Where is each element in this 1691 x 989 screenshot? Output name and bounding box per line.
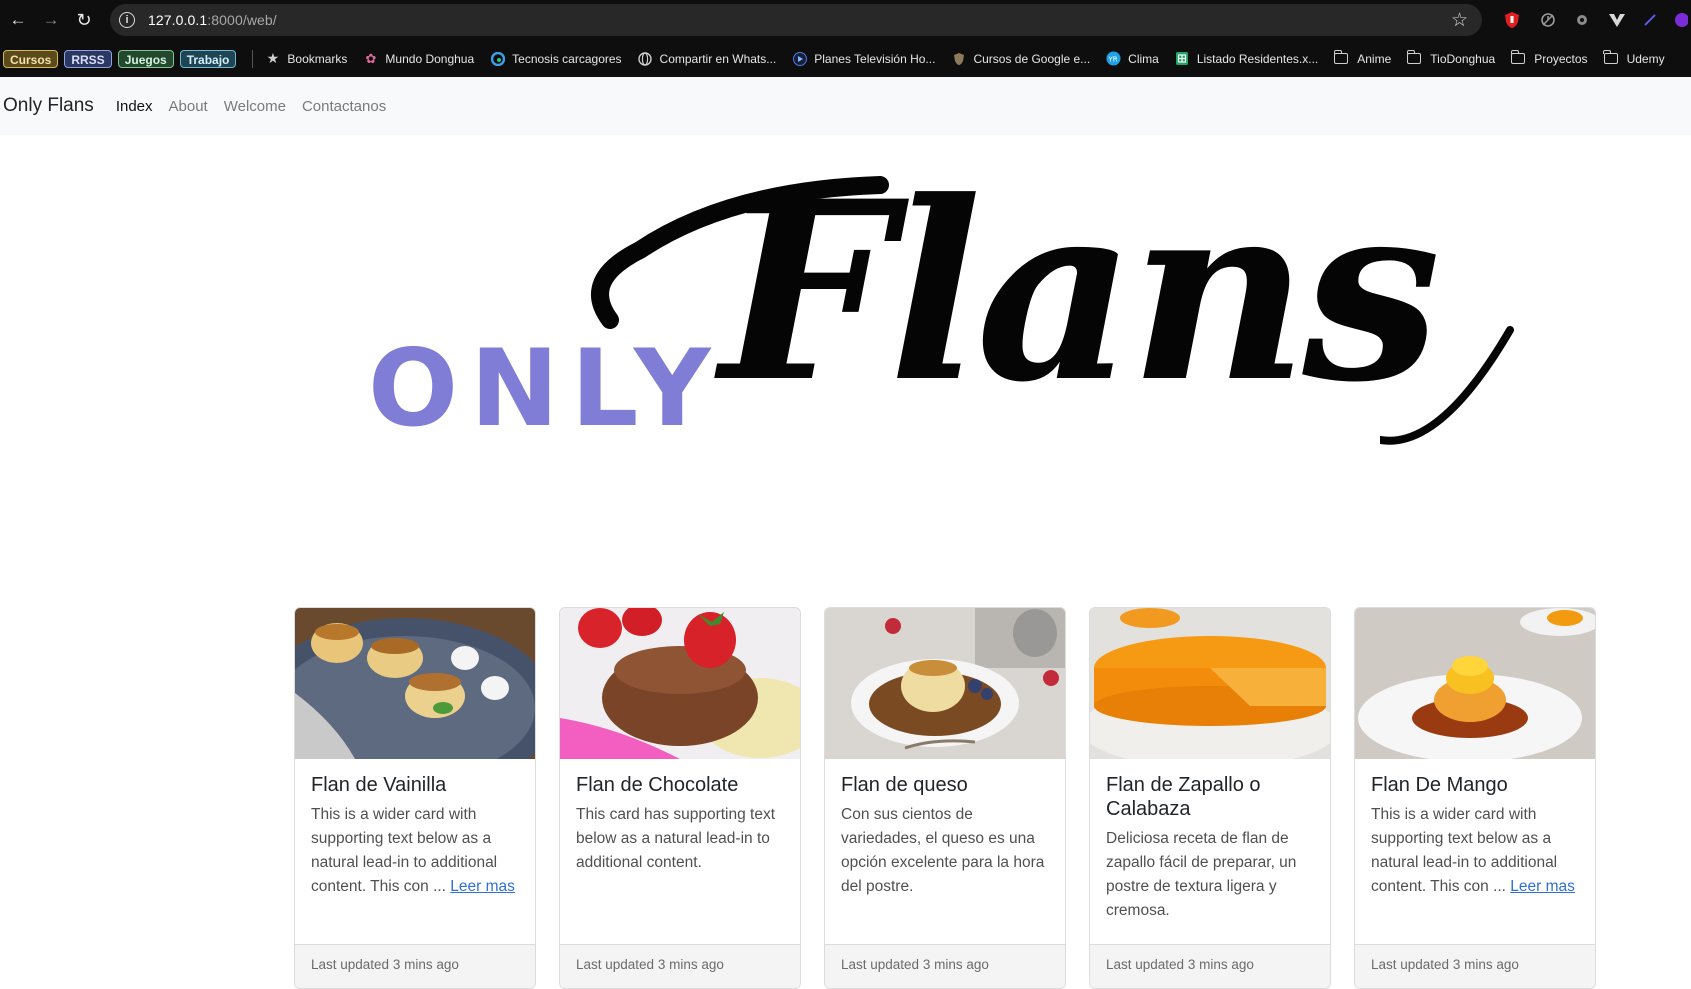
folder-icon (1603, 50, 1618, 64)
card-footer: Last updated 3 mins ago (1355, 944, 1595, 988)
nav-link-about[interactable]: About (169, 98, 208, 115)
flan-zapallo-image (1090, 608, 1330, 759)
site-navbar: Only Flans Index About Welcome Contactan… (0, 77, 1691, 135)
bookmark-folder-udemy[interactable]: Udemy (1603, 50, 1665, 66)
bookmark-bookmarks[interactable]: ★ Bookmarks (265, 50, 348, 66)
card-title: Flan De Mango (1371, 774, 1508, 796)
bookmarks-divider (252, 49, 254, 68)
bookmark-listado-residentes[interactable]: Listado Residentes.x... (1175, 51, 1318, 66)
card-footer: Last updated 3 mins ago (295, 944, 535, 988)
bookmark-tag-cursos[interactable]: Cursos (3, 49, 59, 68)
extension-gear-icon[interactable] (1572, 10, 1592, 30)
bookmark-tecnosis[interactable]: Tecnosis carcagores (490, 51, 622, 66)
folder-icon (1510, 50, 1526, 64)
flan-card: Flan de queso Con sus cientos de varieda… (824, 607, 1066, 989)
bookmark-mundo-donghua[interactable]: ✿ Mundo Donghua (363, 51, 474, 66)
extension-v-icon[interactable] (1607, 10, 1627, 30)
flan-card: Flan de Chocolate This card has supporti… (559, 607, 801, 989)
url-text[interactable]: 127.0.0.1:8000/web/ (148, 12, 277, 28)
flan-chocolate-image (560, 608, 800, 759)
star-icon: ★ (266, 50, 280, 66)
edge-icon (490, 51, 505, 66)
nav-link-welcome[interactable]: Welcome (224, 98, 286, 115)
card-footer: Last updated 3 mins ago (1090, 944, 1330, 988)
extension-profile-icon[interactable] (1670, 10, 1690, 30)
address-bar[interactable]: i 127.0.0.1:8000/web/ ☆ (110, 4, 1482, 36)
bookmark-planes-television[interactable]: Planes Televisión Ho... (792, 51, 935, 66)
bookmark-tag-rrss[interactable]: RRSS (64, 49, 112, 68)
browser-toolbar: ← → ↻ i 127.0.0.1:8000/web/ ☆ (0, 0, 1691, 40)
extension-pen-icon[interactable] (1640, 10, 1660, 30)
card-text: This is a wider card with supporting tex… (311, 806, 515, 895)
hero-flans-text: Flans (720, 148, 1441, 437)
extension-shield-icon[interactable] (1502, 10, 1522, 30)
folder-icon (1406, 50, 1422, 64)
weather-icon: YR (1106, 51, 1121, 66)
back-arrow-icon[interactable]: ← (3, 5, 33, 35)
card-text: This is a wider card with supporting tex… (1371, 806, 1575, 895)
bookmark-folder-tiodonghua[interactable]: TioDonghua (1406, 50, 1495, 66)
nav-link-contactanos[interactable]: Contactanos (302, 98, 386, 115)
card-title: Flan de Vainilla (311, 774, 447, 796)
bookmark-folder-proyectos[interactable]: Proyectos (1510, 50, 1588, 66)
reload-icon[interactable]: ↻ (69, 5, 99, 35)
card-text: Deliciosa receta de flan de zapallo fáci… (1106, 830, 1297, 919)
bookmark-folder-anime[interactable]: Anime (1333, 50, 1391, 66)
flan-card: Flan De Mango This is a wider card with … (1354, 607, 1596, 989)
folder-icon (1333, 50, 1349, 64)
flan-card: Flan de Vainilla This is a wider card wi… (294, 607, 536, 989)
card-title: Flan de Chocolate (576, 774, 739, 796)
card-title: Flan de queso (841, 774, 968, 796)
bookmark-tag-juegos[interactable]: Juegos (117, 49, 174, 68)
read-more-link[interactable]: Leer mas (450, 878, 515, 895)
shield-icon (951, 51, 966, 66)
card-title: Flan de Zapallo o Calabaza (1106, 774, 1261, 820)
bookmark-clima[interactable]: YR Clima (1106, 51, 1159, 66)
bookmarks-bar: Cursos RRSS Juegos Trabajo ★ Bookmarks ✿… (0, 40, 1691, 77)
card-text: Con sus cientos de variedades, el queso … (841, 806, 1045, 895)
bookmark-cursos-google[interactable]: Cursos de Google e... (951, 51, 1090, 66)
extension-clock-icon[interactable] (1538, 10, 1558, 30)
card-footer: Last updated 3 mins ago (825, 944, 1065, 988)
bookmark-tag-trabajo[interactable]: Trabajo (179, 49, 237, 68)
forward-arrow-icon[interactable]: → (36, 5, 66, 35)
navbar-brand[interactable]: Only Flans (3, 95, 94, 117)
flower-icon: ✿ (365, 50, 377, 66)
card-footer: Last updated 3 mins ago (560, 944, 800, 988)
sheets-icon (1175, 51, 1190, 66)
flan-queso-image (825, 608, 1065, 759)
hero-only-text: ONLY (368, 327, 723, 450)
read-more-link[interactable]: Leer mas (1510, 878, 1575, 895)
site-info-icon[interactable]: i (119, 12, 135, 28)
nav-link-index[interactable]: Index (116, 98, 153, 115)
card-text: This card has supporting text below as a… (576, 806, 776, 871)
flan-vainilla-image (295, 608, 535, 759)
globe-icon (638, 51, 653, 66)
flan-mango-image (1355, 608, 1595, 759)
logo-tail-swirl (1380, 326, 1514, 445)
bookmark-compartir-whatsapp[interactable]: Compartir en Whats... (638, 51, 776, 66)
bookmark-star-icon[interactable]: ☆ (1451, 9, 1468, 32)
flan-card: Flan de Zapallo o Calabaza Deliciosa rec… (1089, 607, 1331, 989)
play-icon (792, 51, 807, 66)
svg-text:YR: YR (1108, 56, 1118, 64)
